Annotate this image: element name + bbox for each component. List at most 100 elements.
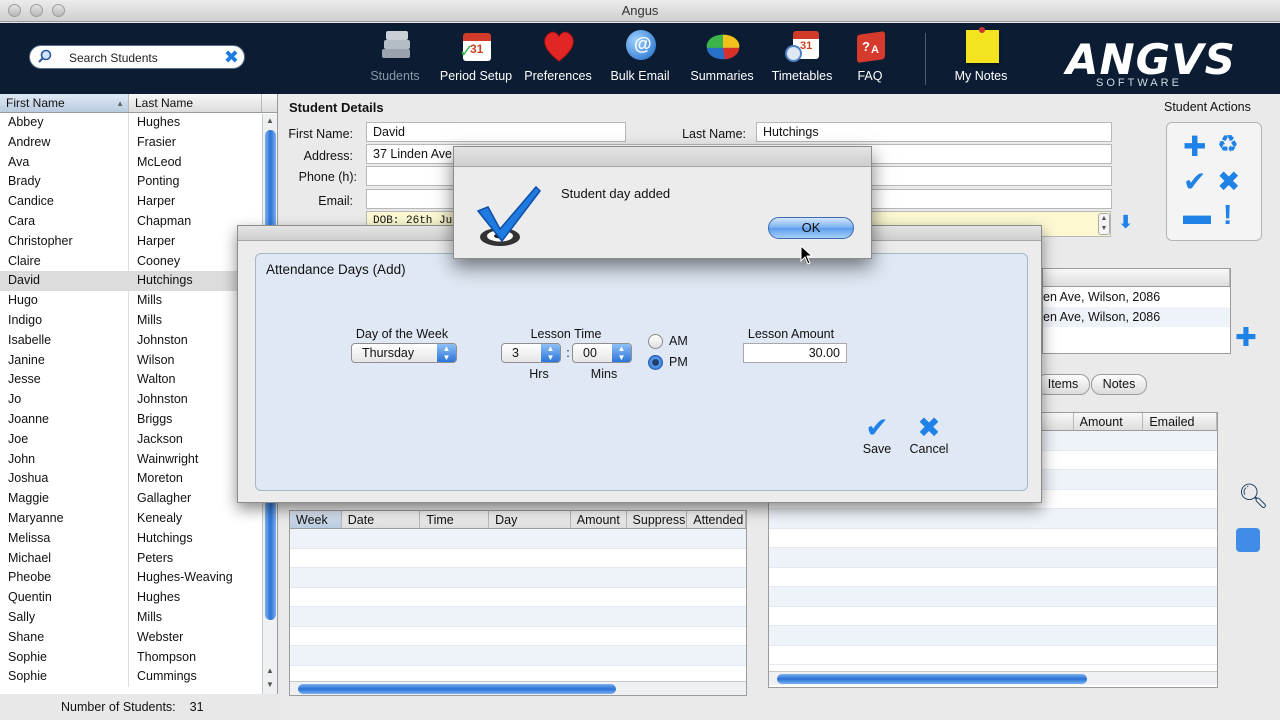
student-row[interactable]: Brady Ponting [0,172,277,193]
search-input[interactable]: Search Students [69,51,158,65]
close-window-button[interactable] [8,4,21,17]
amount-column-header[interactable]: Amount [571,511,627,528]
emailed-column-header[interactable]: Emailed [1143,413,1217,430]
student-row[interactable]: Indigo Mills [0,310,277,331]
add-contact-icon[interactable]: ✚ [1235,322,1257,353]
student-row[interactable]: Joe Jackson [0,429,277,450]
scroll-up-arrow-icon[interactable]: ▲ [266,116,274,125]
student-row[interactable]: John Wainwright [0,449,277,470]
items-horizontal-scrollbar[interactable] [769,671,1217,685]
first-name-column-header[interactable]: First Name ▲ [0,94,129,112]
toolbar-my-notes-button[interactable]: My Notes [948,27,1014,83]
student-row[interactable]: Quentin Hughes [0,588,277,608]
minimize-window-button[interactable] [30,4,43,17]
scroll-up-arrow-icon[interactable]: ▲ [266,666,274,675]
search-students-field[interactable]: Search Students ✖ [29,45,245,69]
amount-column-header[interactable]: Amount [1074,413,1144,430]
contacts-row[interactable]: en Ave, Wilson, 2086 [1043,287,1230,307]
toolbar-timetables-button[interactable]: 31 Timetables [766,27,838,83]
student-last-name: Mills [137,609,162,624]
hours-select[interactable]: 3 ▲ ▼ [501,343,561,363]
first-name-field[interactable]: David [366,122,626,142]
pm-radio[interactable] [648,355,663,370]
save-button[interactable]: ✔ Save [859,414,895,457]
toolbar-summaries-button[interactable]: Summaries [686,27,758,83]
student-row[interactable]: Claire Cooney [0,251,277,272]
date-column-header[interactable]: Date [342,511,421,528]
scrollbar-thumb[interactable] [298,684,616,694]
toolbar-period-setup-button[interactable]: 31 ✓ Period Setup [436,27,516,83]
student-row[interactable]: David Hutchings [0,271,277,292]
student-row[interactable]: Maryanne Kenealy [0,508,277,529]
delete-icon[interactable]: ✖ [1217,168,1240,196]
email-send-icon[interactable] [1236,528,1260,552]
contacts-table[interactable]: en Ave, Wilson, 2086 en Ave, Wilson, 208… [1042,268,1231,354]
student-row[interactable]: Isabelle Johnston [0,330,277,351]
contacts-row[interactable]: en Ave, Wilson, 2086 [1043,307,1230,327]
toolbar-faq-button[interactable]: ? A FAQ [846,27,894,83]
student-row[interactable]: Hugo Mills [0,291,277,311]
cancel-button[interactable]: ✖ Cancel [906,414,952,457]
zoom-window-button[interactable] [52,4,65,17]
minus-icon[interactable]: ▬ [1183,201,1211,229]
student-row[interactable]: Melissa Hutchings [0,528,277,549]
toolbar-preferences-button[interactable]: Preferences [520,27,596,83]
minutes-select[interactable]: 00 ▲ ▼ [572,343,632,363]
student-day-added-alert: Student day added OK [453,146,872,259]
clear-search-icon[interactable]: ✖ [224,48,239,66]
student-row[interactable]: Joanne Briggs [0,409,277,430]
day-column-header[interactable]: Day [489,511,571,528]
lesson-amount-field[interactable]: 30.00 [743,343,847,363]
student-row[interactable]: Shane Webster [0,627,277,648]
student-row[interactable]: Andrew Frasier [0,132,277,153]
student-first-name: Claire [0,251,129,272]
window-title: Angus [621,3,659,18]
student-row[interactable]: Sally Mills [0,607,277,628]
student-row[interactable]: Joshua Moreton [0,469,277,490]
email-globe-icon: @ [621,27,659,65]
day-of-week-select[interactable]: Thursday ▲ ▼ [351,343,457,363]
checkmark-target-icon [476,185,541,246]
day-of-week-label: Day of the Week [355,327,449,341]
week-column-header[interactable]: Week [290,511,342,528]
student-list-header: First Name ▲ Last Name [0,94,277,113]
exclamation-icon[interactable]: ! [1223,201,1232,229]
hrs-label: Hrs [529,367,549,381]
student-row[interactable]: Jesse Walton [0,370,277,391]
student-row[interactable]: Sophie Cummings [0,667,277,688]
attended-column-header[interactable]: Attended [687,511,746,528]
student-row[interactable]: Sophie Thompson [0,647,277,668]
tab-items[interactable]: Items [1036,374,1090,395]
am-radio[interactable] [648,334,663,349]
scroll-down-arrow-icon[interactable]: ▼ [266,680,274,689]
tab-notes[interactable]: Notes [1091,374,1147,395]
last-name-column-header[interactable]: Last Name [129,94,262,112]
arrow-down-icon[interactable]: ⬇ [1118,212,1133,233]
notes-stepper[interactable]: ▲ ▼ [1098,213,1110,235]
toolbar-students-button[interactable]: Students [366,27,424,83]
student-row[interactable]: Ava McLeod [0,152,277,173]
time-column-header[interactable]: Time [420,511,490,528]
toolbar-bulk-email-button[interactable]: @ Bulk Email [604,27,676,83]
student-row[interactable]: Maggie Gallagher [0,489,277,509]
checkmark-icon[interactable]: ✔ [1183,168,1206,196]
cancel-label: Cancel [909,442,949,456]
student-row[interactable]: Jo Johnston [0,390,277,410]
last-name-field[interactable]: Hutchings [756,122,1112,142]
address-label: Address: [303,149,353,163]
scrollbar-thumb[interactable] [777,674,1087,684]
recycle-icon[interactable]: ♻ [1217,131,1239,159]
student-row[interactable]: Janine Wilson [0,350,277,371]
student-row[interactable]: Pheobe Hughes-Weaving [0,568,277,589]
suppress-column-header[interactable]: Suppress [627,511,688,528]
student-row[interactable]: Michael Peters [0,548,277,569]
student-row[interactable]: Candice Harper [0,192,277,212]
lessons-table[interactable]: Week Date Time Day Amount Suppress Atten… [289,510,747,696]
student-row[interactable]: Christopher Harper [0,231,277,252]
student-row[interactable]: Abbey Hughes [0,113,277,133]
student-row[interactable]: Cara Chapman [0,211,277,232]
magnifier-icon[interactable]: 🔍︎ [1238,482,1268,511]
ok-button[interactable]: OK [768,217,854,239]
lessons-horizontal-scrollbar[interactable] [290,681,746,695]
add-student-icon[interactable]: ✚ [1183,133,1206,161]
